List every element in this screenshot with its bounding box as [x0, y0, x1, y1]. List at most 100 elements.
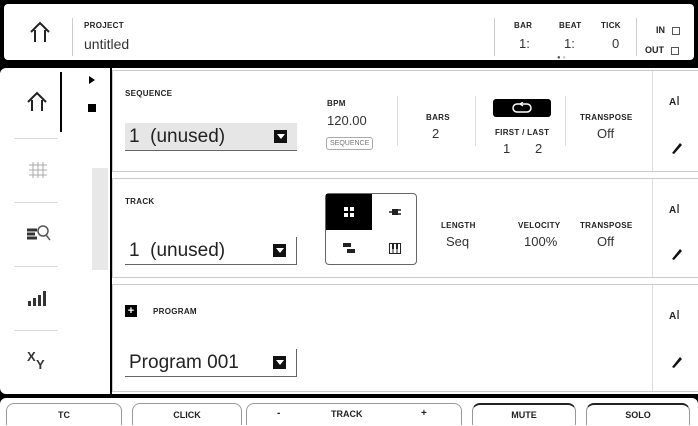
out-label: OUT [645, 45, 664, 55]
scrollbar[interactable] [92, 168, 108, 270]
length-label: LENGTH [441, 221, 476, 230]
header-divider [636, 18, 637, 56]
chevron-down-icon [274, 130, 287, 143]
keyboard-icon [389, 242, 401, 254]
project-name[interactable]: untitled [84, 36, 129, 52]
tick-value[interactable]: 0 [612, 36, 619, 51]
sequence-panel: SEQUENCE 1 (unused) BPM 120.00 SEQUENCE … [112, 70, 698, 172]
transpose-value[interactable]: Off [597, 126, 614, 141]
track-nav-label: TRACK [331, 409, 363, 419]
plug-icon [389, 209, 401, 215]
first-last-label: FIRST / LAST [495, 128, 550, 137]
bpm-label: BPM [327, 99, 346, 108]
rail-divider [14, 330, 58, 331]
rail-divider [14, 266, 58, 267]
divider [397, 96, 398, 146]
beat-label: BEAT [559, 21, 582, 30]
divider [475, 96, 476, 146]
bar-label: BAR [514, 21, 533, 30]
track-type-midi-button[interactable] [326, 230, 372, 266]
loop-icon [512, 102, 532, 113]
home-icon [27, 91, 47, 111]
rail-divider [14, 138, 58, 139]
track-value: 1 (unused) [129, 239, 226, 261]
last-value[interactable]: 2 [535, 141, 542, 156]
bars-label: BARS [426, 113, 450, 122]
program-dropdown[interactable]: Program 001 [125, 349, 297, 377]
svg-text:Y: Y [36, 357, 45, 371]
velocity-value[interactable]: 100% [524, 234, 557, 249]
in-label: IN [656, 25, 665, 35]
sequence-value: 1 (unused) [129, 125, 226, 147]
solo-button[interactable]: SOLO [586, 403, 690, 425]
program-panel: + PROGRAM Program 001 AI [112, 284, 698, 392]
mute-button[interactable]: MUTE [472, 403, 576, 425]
header-divider [72, 18, 73, 56]
footer-bar: TC CLICK - TRACK + MUTE SOLO [0, 398, 698, 426]
svg-text:X: X [27, 349, 36, 364]
beat-value[interactable]: 1: [564, 36, 575, 51]
rename-icon[interactable]: AI [669, 307, 680, 322]
tick-label: TICK [601, 21, 621, 30]
chevron-down-icon [273, 356, 286, 369]
length-value[interactable]: Seq [446, 234, 469, 249]
bpm-mode-badge[interactable]: SEQUENCE [326, 137, 374, 150]
rail-divider [14, 202, 58, 203]
rename-icon[interactable]: AI [669, 93, 680, 108]
first-value[interactable]: 1 [503, 141, 510, 156]
rail-list-search-button[interactable] [14, 203, 62, 263]
out-indicator[interactable]: OUT [645, 45, 679, 55]
velocity-label: VELOCITY [518, 221, 561, 230]
track-next-button[interactable]: + [421, 408, 427, 419]
beat-indicator-dots: ● ● [557, 55, 566, 61]
grid-icon [29, 162, 47, 178]
tc-button[interactable]: TC [6, 403, 122, 425]
sequence-label: SEQUENCE [125, 89, 173, 98]
mode-rail: XY [0, 68, 72, 394]
rail-xy-button[interactable]: XY [14, 330, 62, 390]
stop-icon[interactable] [88, 104, 96, 112]
in-indicator[interactable]: IN [656, 25, 680, 35]
bpm-value[interactable]: 120.00 [327, 113, 367, 128]
program-actions: AI [652, 285, 698, 391]
transpose-label: TRANSPOSE [580, 221, 633, 230]
track-type-keygroup-button[interactable] [372, 230, 418, 266]
track-type-drum-button[interactable] [326, 194, 372, 230]
rail-grid-button[interactable] [14, 140, 62, 200]
click-button[interactable]: CLICK [132, 403, 242, 425]
rename-icon[interactable]: AI [669, 201, 680, 216]
bars-value[interactable]: 2 [432, 126, 439, 141]
transpose-value[interactable]: Off [597, 234, 614, 249]
main-area: SEQUENCE 1 (unused) BPM 120.00 SEQUENCE … [112, 68, 698, 394]
edit-pencil-icon[interactable] [669, 355, 683, 369]
sequence-actions: AI [652, 71, 698, 171]
header-bar: PROJECT untitled BAR 1: BEAT 1: ● ● TICK… [0, 0, 698, 64]
rail-home-button[interactable] [14, 72, 62, 132]
track-panel: TRACK 1 (unused) LENGTH Seq VELOCITY 100… [112, 178, 698, 278]
rail-levels-button[interactable] [14, 268, 62, 328]
expand-button[interactable]: + [125, 305, 137, 317]
pads-icon [344, 207, 354, 217]
loop-button[interactable] [493, 99, 551, 117]
edit-pencil-icon[interactable] [669, 247, 683, 261]
list-search-icon [27, 225, 51, 241]
in-checkbox[interactable] [671, 26, 680, 35]
divider [565, 96, 566, 146]
chevron-down-icon [273, 244, 286, 257]
xy-icon: XY [27, 349, 45, 371]
track-type-selector [325, 193, 417, 265]
sequence-dropdown[interactable]: 1 (unused) [125, 123, 297, 151]
levels-icon [28, 291, 46, 306]
track-prev-button[interactable]: - [277, 408, 280, 419]
track-dropdown[interactable]: 1 (unused) [125, 237, 297, 265]
home-icon[interactable] [26, 18, 54, 46]
header-divider [494, 18, 495, 56]
program-value: Program 001 [129, 351, 239, 373]
play-icon[interactable] [89, 76, 95, 84]
bar-value[interactable]: 1: [519, 36, 530, 51]
track-type-plugin-button[interactable] [372, 194, 418, 230]
edit-pencil-icon[interactable] [669, 141, 683, 155]
out-checkbox[interactable] [670, 46, 679, 55]
track-label: TRACK [125, 197, 155, 206]
program-label: PROGRAM [153, 307, 197, 316]
